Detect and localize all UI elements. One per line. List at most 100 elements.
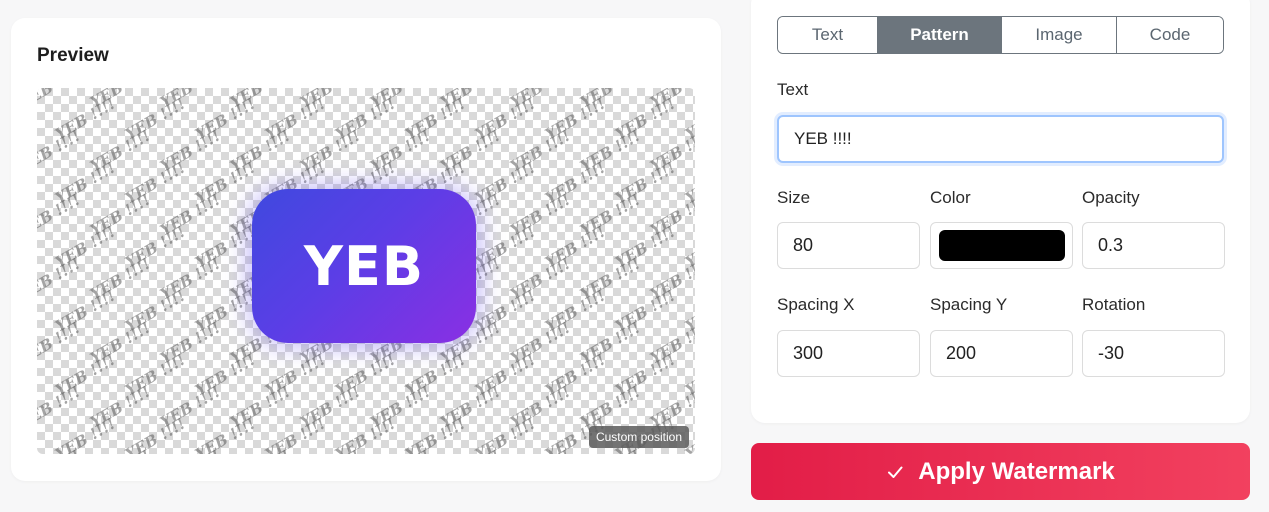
watermark-text-tile: YEB !!!!: [611, 286, 679, 336]
spacing-x-input[interactable]: 300: [777, 330, 920, 377]
watermark-text-tile: YEB !!!!: [681, 351, 695, 400]
watermark-text-tile: YEB !!!!: [576, 190, 644, 240]
watermark-text-tile: YEB !!!!: [121, 286, 189, 336]
spacing-y-value: 200: [946, 343, 977, 363]
watermark-text-tile: YEB !!!!: [366, 382, 434, 432]
watermark-text-tile: YEB !!!!: [87, 447, 153, 454]
watermark-text-tile: YEB !!!!: [121, 158, 189, 208]
check-icon: [888, 466, 903, 478]
watermark-text-tile: YEB !!!!: [51, 158, 119, 208]
watermark-text-tile: YEB !!!!: [37, 318, 84, 368]
watermark-text-tile: YEB !!!!: [646, 254, 695, 304]
watermark-text-tile: YEB !!!!: [51, 414, 119, 454]
watermark-text-tile: YEB !!!!: [226, 126, 294, 176]
watermark-text-tile: YEB !!!!: [156, 126, 224, 176]
watermark-text-tile: YEB !!!!: [191, 94, 259, 144]
preview-logo: YEB: [252, 189, 476, 343]
watermark-text-tile: YEB !!!!: [156, 382, 224, 432]
watermark-text-tile: YEB !!!!: [646, 190, 695, 240]
watermark-text-tile: YEB !!!!: [611, 158, 679, 208]
watermark-text-tile: YEB !!!!: [86, 382, 154, 432]
watermark-text-tile: YEB !!!!: [506, 254, 574, 304]
preview-card: Preview YEB !!!! YEB !!!! YEB !!!! YEB !!!!…: [11, 18, 721, 481]
watermark-text-tile: YEB !!!!: [297, 447, 363, 454]
watermark-text-tile: YEB !!!!: [541, 158, 609, 208]
watermark-text-tile: YEB !!!!: [37, 382, 84, 432]
tab-pattern[interactable]: Pattern: [878, 17, 1002, 53]
opacity-value: 0.3: [1098, 235, 1124, 255]
watermark-text-tile: YEB !!!!: [506, 318, 574, 368]
watermark-text-tile: YEB !!!!: [51, 222, 119, 272]
watermark-text-tile: YEB !!!!: [366, 126, 434, 176]
watermark-text-tile: YEB !!!!: [121, 94, 189, 144]
settings-card: Text Pattern Image Code Text YEB !!!! Si…: [751, 0, 1250, 423]
watermark-text-tile: YEB !!!!: [51, 286, 119, 336]
watermark-text-tile: YEB !!!!: [156, 318, 224, 368]
watermark-text-tile: YEB !!!!: [681, 159, 695, 208]
preview-title: Preview: [37, 45, 109, 66]
watermark-text-tile: YEB !!!!: [507, 88, 573, 111]
apply-watermark-button[interactable]: Apply Watermark: [751, 443, 1250, 500]
tab-code[interactable]: Code: [1117, 17, 1223, 53]
spacing-x-value: 300: [793, 343, 824, 363]
watermark-text-tile: YEB !!!!: [611, 350, 679, 400]
watermark-text-tile: YEB !!!!: [401, 414, 469, 454]
size-label: Size: [777, 188, 811, 207]
color-swatch: [938, 230, 1065, 261]
watermark-text-tile: YEB !!!!: [226, 382, 294, 432]
watermark-text-tile: YEB !!!!: [681, 95, 695, 144]
watermark-text-tile: YEB !!!!: [367, 88, 433, 111]
watermark-text-tile: YEB !!!!: [541, 222, 609, 272]
watermark-text-tile: YEB !!!!: [37, 88, 83, 111]
spacing-y-input[interactable]: 200: [930, 330, 1073, 377]
watermark-text-tile: YEB !!!!: [576, 126, 644, 176]
watermark-text-tile: YEB !!!!: [437, 88, 503, 111]
rotation-label: Rotation: [1082, 295, 1146, 314]
tab-image[interactable]: Image: [1002, 17, 1117, 53]
watermark-text-tile: YEB !!!!: [646, 318, 695, 368]
watermark-text-tile: YEB !!!!: [37, 126, 84, 176]
watermark-text-tile: YEB !!!!: [471, 414, 539, 454]
spacing-y-label: Spacing Y: [930, 295, 1008, 314]
watermark-text-tile: YEB !!!!: [121, 222, 189, 272]
color-picker[interactable]: [930, 222, 1073, 269]
size-value: 80: [793, 235, 814, 255]
tab-text[interactable]: Text: [778, 17, 878, 53]
watermark-text-tile: YEB !!!!: [87, 88, 153, 111]
text-label: Text: [777, 80, 809, 99]
opacity-label: Opacity: [1082, 188, 1140, 207]
watermark-text-tile: YEB !!!!: [157, 88, 223, 111]
watermark-text-input[interactable]: YEB !!!!: [777, 115, 1224, 163]
watermark-text-tile: YEB !!!!: [51, 94, 119, 144]
watermark-text-tile: YEB !!!!: [37, 447, 83, 454]
watermark-text-tile: YEB !!!!: [296, 382, 364, 432]
watermark-text-tile: YEB !!!!: [367, 447, 433, 454]
size-input[interactable]: 80: [777, 222, 920, 269]
rotation-input[interactable]: -30: [1082, 330, 1225, 377]
watermark-text-tile: YEB !!!!: [401, 94, 469, 144]
color-label: Color: [930, 188, 971, 207]
watermark-text-tile: YEB !!!!: [261, 414, 329, 454]
watermark-text-tile: YEB !!!!: [471, 350, 539, 400]
watermark-text-tile: YEB !!!!: [437, 447, 503, 454]
watermark-text-tile: YEB !!!!: [156, 190, 224, 240]
watermark-text-tile: YEB !!!!: [297, 88, 363, 111]
opacity-input[interactable]: 0.3: [1082, 222, 1225, 269]
watermark-text-tile: YEB !!!!: [506, 382, 574, 432]
watermark-text-tile: YEB !!!!: [541, 286, 609, 336]
rotation-value: -30: [1098, 343, 1125, 363]
watermark-text-tile: YEB !!!!: [647, 88, 695, 111]
watermark-text-tile: YEB !!!!: [227, 88, 293, 111]
watermark-text-tile: YEB !!!!: [611, 94, 679, 144]
watermark-text-tile: YEB !!!!: [331, 414, 399, 454]
watermark-text-tile: YEB !!!!: [681, 223, 695, 272]
watermark-text-tile: YEB !!!!: [37, 190, 84, 240]
watermark-text-tile: YEB !!!!: [576, 318, 644, 368]
logo-text: YEB: [303, 234, 425, 298]
watermark-text-tile: YEB !!!!: [576, 254, 644, 304]
preview-canvas[interactable]: YEB !!!! YEB !!!! YEB !!!! YEB !!!! YEB !!!!…: [37, 88, 695, 454]
watermark-text-tile: YEB !!!!: [261, 94, 329, 144]
watermark-text-tile: YEB !!!!: [37, 254, 84, 304]
watermark-text-tile: YEB !!!!: [576, 382, 644, 432]
watermark-text-tile: YEB !!!!: [436, 382, 504, 432]
